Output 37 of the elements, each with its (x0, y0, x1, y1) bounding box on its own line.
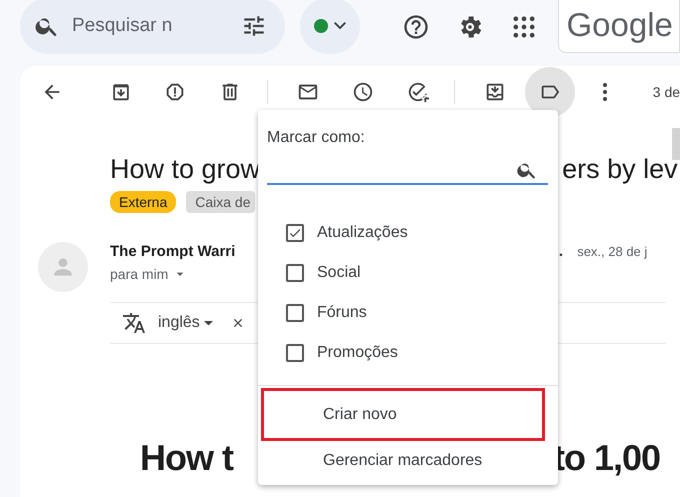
email-subject: ers by lev (562, 154, 678, 185)
account-logo[interactable]: Google (558, 0, 680, 52)
page-counter: 3 de (652, 84, 680, 100)
email-date: sex., 28 de j (577, 244, 648, 259)
label-option[interactable]: Social (317, 264, 361, 282)
chevron-down-icon (334, 22, 346, 30)
caret-icon[interactable] (204, 320, 213, 326)
search-field[interactable]: Pesquisar n (20, 0, 284, 54)
checkbox[interactable] (286, 224, 304, 242)
move-to-inbox-icon (484, 81, 506, 103)
highlighted-menu-item[interactable]: Criar novo (261, 388, 545, 441)
body-heading: How t (140, 440, 233, 476)
recipient-text[interactable]: para mim (110, 266, 168, 282)
menu-title: Marcar como: (267, 129, 366, 147)
avatar-icon (38, 242, 88, 292)
report-icon (164, 81, 186, 103)
translate-icon (122, 311, 146, 335)
checkbox[interactable] (286, 344, 304, 362)
label-option[interactable]: Atualizações (317, 224, 408, 242)
language-dropdown[interactable]: inglês (158, 314, 213, 332)
more-vertical-icon (602, 83, 607, 101)
checkbox[interactable] (286, 304, 304, 322)
status-dot-icon (314, 19, 328, 33)
inbox-tag[interactable]: Caixa de (186, 191, 255, 213)
external-tag[interactable]: Externa (110, 191, 176, 213)
check-plus-icon (406, 81, 429, 103)
scrollbar-thumb[interactable] (672, 128, 680, 160)
checkbox[interactable] (286, 264, 304, 282)
label-option[interactable]: Promoções (317, 344, 398, 362)
label-option[interactable]: Fóruns (317, 304, 367, 322)
sender-name: The Prompt Warri (110, 243, 236, 260)
email-subject: How to grow (110, 154, 260, 185)
help-icon[interactable] (402, 13, 430, 41)
clock-icon (352, 81, 374, 103)
status-button[interactable] (300, 0, 360, 54)
menu-item[interactable]: Gerenciar marcadores (261, 441, 545, 481)
label-button[interactable] (525, 67, 575, 117)
